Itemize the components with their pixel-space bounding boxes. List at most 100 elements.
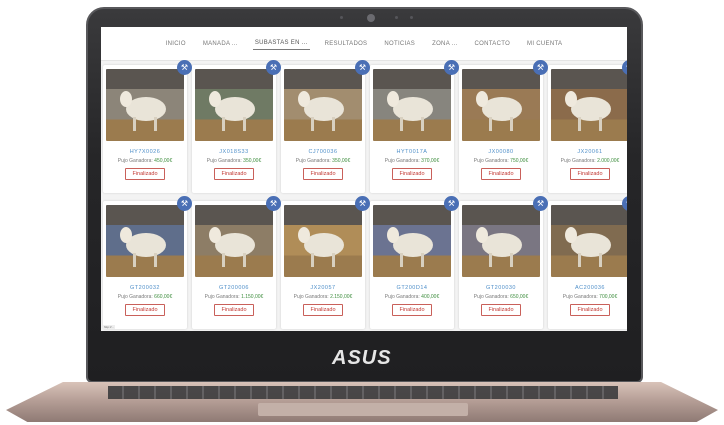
status-button[interactable]: Finalizado (125, 304, 165, 316)
winning-bid-value: 750,00€ (510, 158, 529, 164)
status-button[interactable]: Finalizado (303, 168, 343, 180)
lot-code[interactable]: JX00080 (488, 149, 513, 155)
winning-bid: Pujo Ganadora: 370,00€ (385, 158, 440, 164)
gavel-icon[interactable]: ⚒ (444, 60, 459, 75)
nav-item-mi-cuenta[interactable]: MI CUENTA (525, 38, 564, 50)
sheep-icon (565, 227, 611, 267)
sheep-icon (565, 91, 611, 131)
sheep-photo[interactable] (462, 69, 540, 141)
sheep-icon (120, 91, 166, 131)
auction-card[interactable]: ⚒ GT200D14 Pujo Ganadora: 400,00€ Finalizad… (370, 196, 459, 329)
nav-item-contacto[interactable]: CONTACTO (473, 38, 513, 50)
status-button[interactable]: Finalizado (570, 168, 610, 180)
status-button[interactable]: Finalizado (303, 304, 343, 316)
status-button[interactable]: Finalizado (570, 304, 610, 316)
gavel-icon[interactable]: ⚒ (177, 196, 192, 211)
sheep-photo[interactable] (195, 69, 273, 141)
auction-card[interactable]: ⚒ HYT0017A Pujo Ganadora: 370,00€ Finalizad… (370, 60, 459, 193)
sheep-photo[interactable] (106, 69, 184, 141)
winning-bid: Pujo Ganadora: 1.150,00€ (205, 294, 264, 300)
gavel-icon[interactable]: ⚒ (355, 60, 370, 75)
winning-bid: Pujo Ganadora: 350,00€ (207, 158, 262, 164)
gavel-icon[interactable]: ⚒ (444, 196, 459, 211)
winning-bid: Pujo Ganadora: 2.000,00€ (561, 158, 620, 164)
lot-code[interactable]: GT200032 (130, 285, 160, 291)
lot-code[interactable]: JX20061 (577, 149, 602, 155)
winning-bid-label: Pujo Ganadora: (384, 294, 420, 300)
winning-bid-value: 650,00€ (510, 294, 529, 300)
browser-screen: INICIO MANADA ... SUBASTAS EN ... RESULT… (101, 27, 627, 331)
auction-card[interactable]: ⚒ HY7X0026 Pujo Ganadora: 450,00€ Finalizad… (103, 60, 192, 193)
sheep-photo[interactable] (284, 205, 362, 277)
auction-grid: ⚒ HY7X0026 Pujo Ganadora: 450,00€ Finalizad… (103, 60, 627, 329)
gavel-icon[interactable]: ⚒ (533, 60, 548, 75)
status-button[interactable]: Finalizado (481, 168, 521, 180)
auction-card[interactable]: ⚒ JX20057 Pujo Ganadora: 2.150,00€ Finaliza… (281, 196, 370, 329)
winning-bid-label: Pujo Ganadora: (562, 294, 598, 300)
auction-card[interactable]: ⚒AC200036Pujo Ganadora: 700,00€Finalizad… (548, 196, 627, 329)
sensor-dot-icon (340, 16, 343, 19)
gavel-icon[interactable]: ⚒ (355, 196, 370, 211)
winning-bid: Pujo Ganadora: 750,00€ (474, 158, 529, 164)
winning-bid-label: Pujo Ganadora: (295, 158, 331, 164)
gavel-icon[interactable]: ⚒ (533, 196, 548, 211)
auction-card[interactable]: ⚒JX20061Pujo Ganadora: 2.000,00€Finaliza… (548, 60, 627, 193)
sheep-icon (387, 91, 433, 131)
lot-code[interactable]: GT200030 (486, 285, 516, 291)
winning-bid-value: 350,00€ (243, 158, 262, 164)
winning-bid: Pujo Ganadora: 450,00€ (118, 158, 173, 164)
lot-code[interactable]: HY7X0026 (130, 149, 161, 155)
status-url-tooltip: http://... (103, 325, 116, 329)
lot-code[interactable]: GT200D14 (397, 285, 428, 291)
gavel-icon[interactable]: ⚒ (266, 60, 281, 75)
gavel-icon[interactable]: ⚒ (266, 196, 281, 211)
sheep-photo[interactable] (551, 205, 627, 277)
winning-bid: Pujo Ganadora: 650,00€ (474, 294, 529, 300)
winning-bid-value: 350,00€ (332, 158, 351, 164)
lot-code[interactable]: GT200006 (219, 285, 249, 291)
winning-bid: Pujo Ganadora: 350,00€ (296, 158, 351, 164)
winning-bid-label: Pujo Ganadora: (384, 158, 420, 164)
winning-bid: Pujo Ganadora: 400,00€ (385, 294, 440, 300)
auction-card[interactable]: ⚒ GT200030 Pujo Ganadora: 650,00€ Finalizad… (459, 196, 548, 329)
trackpad (258, 403, 468, 416)
status-button[interactable]: Finalizado (392, 304, 432, 316)
lot-code[interactable]: JX20057 (310, 285, 335, 291)
auction-card[interactable]: ⚒ CJ700036 Pujo Ganadora: 350,00€ Finalizad… (281, 60, 370, 193)
sheep-photo[interactable] (551, 69, 627, 141)
sheep-photo[interactable] (373, 69, 451, 141)
winning-bid-label: Pujo Ganadora: (473, 294, 509, 300)
sheep-photo[interactable] (106, 205, 184, 277)
winning-bid-label: Pujo Ganadora: (473, 158, 509, 164)
winning-bid-value: 450,00€ (154, 158, 173, 164)
status-button[interactable]: Finalizado (392, 168, 432, 180)
auction-card[interactable]: ⚒ JX00080 Pujo Ganadora: 750,00€ Finalizado (459, 60, 548, 193)
winning-bid-value: 400,00€ (421, 294, 440, 300)
gavel-icon[interactable]: ⚒ (177, 60, 192, 75)
nav-item-subastas[interactable]: SUBASTAS EN ... (252, 37, 310, 50)
status-button[interactable]: Finalizado (125, 168, 165, 180)
status-button[interactable]: Finalizado (481, 304, 521, 316)
nav-item-noticias[interactable]: NOTICIAS (382, 38, 417, 50)
lot-code[interactable]: AC200036 (575, 285, 605, 291)
status-button[interactable]: Finalizado (214, 168, 254, 180)
nav-item-inicio[interactable]: INICIO (164, 38, 188, 50)
sheep-icon (209, 91, 255, 131)
auction-card[interactable]: ⚒ JX018S33 Pujo Ganadora: 350,00€ Finalizad… (192, 60, 281, 193)
sheep-photo[interactable] (195, 205, 273, 277)
nav-item-zona[interactable]: ZONA ... (430, 38, 459, 50)
winning-bid-value: 370,00€ (421, 158, 440, 164)
auction-card[interactable]: ⚒ GT200032 Pujo Ganadora: 660,00€ Finalizad… (103, 196, 192, 329)
sheep-photo[interactable] (284, 69, 362, 141)
nav-item-manada[interactable]: MANADA ... (201, 38, 240, 50)
auction-card[interactable]: ⚒ GT200006 Pujo Ganadora: 1.150,00€ Finaliz… (192, 196, 281, 329)
sheep-icon (209, 227, 255, 267)
lot-code[interactable]: HYT0017A (397, 149, 428, 155)
nav-item-resultados[interactable]: RESULTADOS (323, 38, 370, 50)
status-button[interactable]: Finalizado (214, 304, 254, 316)
sheep-photo[interactable] (462, 205, 540, 277)
sheep-photo[interactable] (373, 205, 451, 277)
lot-code[interactable]: CJ700036 (308, 149, 337, 155)
winning-bid: Pujo Ganadora: 700,00€ (563, 294, 618, 300)
lot-code[interactable]: JX018S33 (219, 149, 248, 155)
